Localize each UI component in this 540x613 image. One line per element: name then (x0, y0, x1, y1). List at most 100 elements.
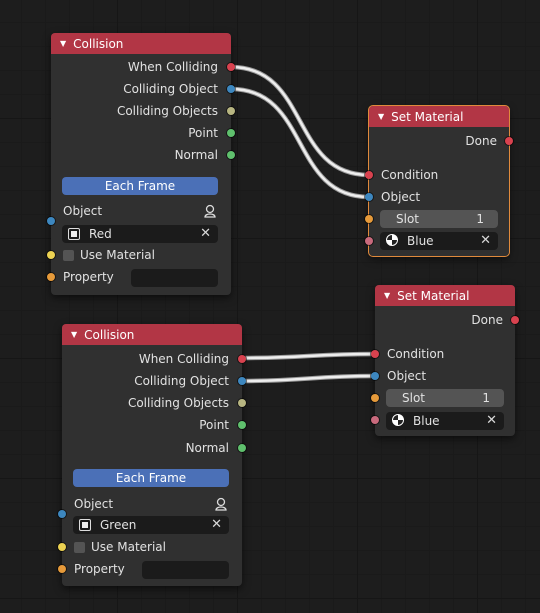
socket-colliding-objects[interactable] (227, 107, 235, 115)
collapse-triangle-icon[interactable]: ▼ (60, 39, 66, 48)
collapse-triangle-icon[interactable]: ▼ (378, 112, 384, 121)
output-when-colliding: When Colliding (127, 60, 218, 74)
output-point: Point (199, 418, 229, 432)
socket-slot[interactable] (371, 394, 379, 402)
input-condition: Condition (387, 347, 445, 361)
node-title: Collision (84, 327, 135, 342)
each-frame-button[interactable]: Each Frame (73, 469, 229, 487)
slot-value: 1 (482, 391, 490, 405)
collapse-triangle-icon[interactable]: ▼ (384, 291, 390, 300)
socket-material[interactable] (371, 416, 379, 424)
slot-field[interactable]: Slot 1 (380, 210, 498, 228)
node-header[interactable]: ▼ Collision (51, 33, 231, 54)
object-value: Red (89, 227, 112, 241)
link-when-colliding-to-condition[interactable] (228, 64, 372, 178)
eyedropper-icon[interactable] (203, 204, 217, 218)
socket-object[interactable] (365, 193, 373, 201)
socket-use-material[interactable] (47, 251, 55, 259)
output-colliding-object: Colliding Object (123, 82, 218, 96)
material-field[interactable]: Blue ✕ (380, 232, 498, 250)
property-label: Property (63, 270, 114, 284)
output-normal: Normal (185, 441, 229, 455)
slot-label: Slot (402, 391, 425, 405)
socket-use-material[interactable] (58, 543, 66, 551)
use-material-label: Use Material (80, 248, 155, 262)
socket-when-colliding[interactable] (227, 63, 235, 71)
socket-object-input[interactable] (47, 217, 55, 225)
socket-condition[interactable] (371, 350, 379, 358)
object-value: Green (100, 518, 137, 532)
socket-property[interactable] (58, 565, 66, 573)
x-icon[interactable]: ✕ (211, 516, 222, 534)
output-when-colliding: When Colliding (138, 352, 229, 366)
node-header[interactable]: ▼ Collision (62, 324, 242, 345)
link-colliding-object-to-object[interactable] (228, 86, 372, 200)
input-object: Object (381, 190, 421, 204)
output-colliding-objects: Colliding Objects (116, 104, 218, 118)
link-highlight (229, 87, 371, 199)
socket-when-colliding[interactable] (238, 355, 246, 363)
node-title: Set Material (391, 109, 464, 124)
link-bottom-colliding-object-to-object[interactable] (239, 373, 378, 384)
node-header[interactable]: ▼ Set Material (369, 106, 509, 127)
output-point: Point (188, 126, 218, 140)
object-label: Object (63, 204, 103, 218)
set-material-node-bottom[interactable]: ▼ Set Material Done Condition Object Slo… (371, 285, 519, 436)
socket-object[interactable] (371, 372, 379, 380)
each-frame-button[interactable]: Each Frame (62, 177, 218, 195)
socket-point[interactable] (227, 129, 235, 137)
slot-label: Slot (396, 212, 419, 226)
object-field[interactable]: Green ✕ (73, 516, 229, 534)
socket-done[interactable] (511, 316, 519, 324)
x-icon[interactable]: ✕ (480, 232, 491, 250)
socket-done[interactable] (505, 137, 513, 145)
use-material-checkbox[interactable] (74, 542, 85, 553)
node-title: Set Material (397, 288, 470, 303)
output-colliding-objects: Colliding Objects (127, 396, 229, 410)
material-sphere-icon (392, 414, 404, 426)
x-icon[interactable]: ✕ (486, 412, 497, 430)
output-normal: Normal (174, 148, 218, 162)
link-highlight (229, 65, 371, 177)
collapse-triangle-icon[interactable]: ▼ (71, 330, 77, 339)
output-done: Done (471, 313, 503, 327)
link-highlight (240, 352, 377, 360)
object-square-icon (79, 519, 91, 531)
socket-colliding-object[interactable] (227, 85, 235, 93)
node-title: Collision (73, 36, 124, 51)
socket-property[interactable] (47, 273, 55, 281)
socket-colliding-objects[interactable] (238, 399, 246, 407)
use-material-label: Use Material (91, 540, 166, 554)
slot-field[interactable]: Slot 1 (386, 389, 504, 407)
material-field[interactable]: Blue ✕ (386, 412, 504, 430)
output-done: Done (465, 134, 497, 148)
socket-colliding-object[interactable] (238, 377, 246, 385)
link-highlight (240, 374, 377, 383)
socket-point[interactable] (238, 421, 246, 429)
eyedropper-icon[interactable] (214, 497, 228, 511)
object-square-icon (68, 228, 80, 240)
node-header[interactable]: ▼ Set Material (375, 285, 515, 306)
property-input[interactable] (142, 561, 229, 579)
socket-material[interactable] (365, 237, 373, 245)
socket-normal[interactable] (227, 151, 235, 159)
input-object: Object (387, 369, 427, 383)
use-material-checkbox[interactable] (63, 250, 74, 261)
input-condition: Condition (381, 168, 439, 182)
set-material-node-top[interactable]: ▼ Set Material Done Condition Object Slo… (365, 105, 513, 257)
object-field[interactable]: Red ✕ (62, 225, 218, 243)
slot-value: 1 (476, 212, 484, 226)
socket-normal[interactable] (238, 444, 246, 452)
material-sphere-icon (386, 234, 398, 246)
object-label: Object (74, 497, 114, 511)
output-colliding-object: Colliding Object (134, 374, 229, 388)
socket-condition[interactable] (365, 171, 373, 179)
socket-slot[interactable] (365, 215, 373, 223)
socket-object-input[interactable] (58, 510, 66, 518)
material-value: Blue (407, 234, 434, 248)
collision-node-bottom[interactable]: ▼ Collision When Colliding Colliding Obj… (58, 324, 246, 586)
x-icon[interactable]: ✕ (200, 225, 211, 243)
link-bottom-when-colliding-to-condition[interactable] (239, 351, 378, 361)
collision-node-top[interactable]: ▼ Collision When Colliding Colliding Obj… (47, 33, 235, 295)
property-input[interactable] (131, 269, 218, 287)
